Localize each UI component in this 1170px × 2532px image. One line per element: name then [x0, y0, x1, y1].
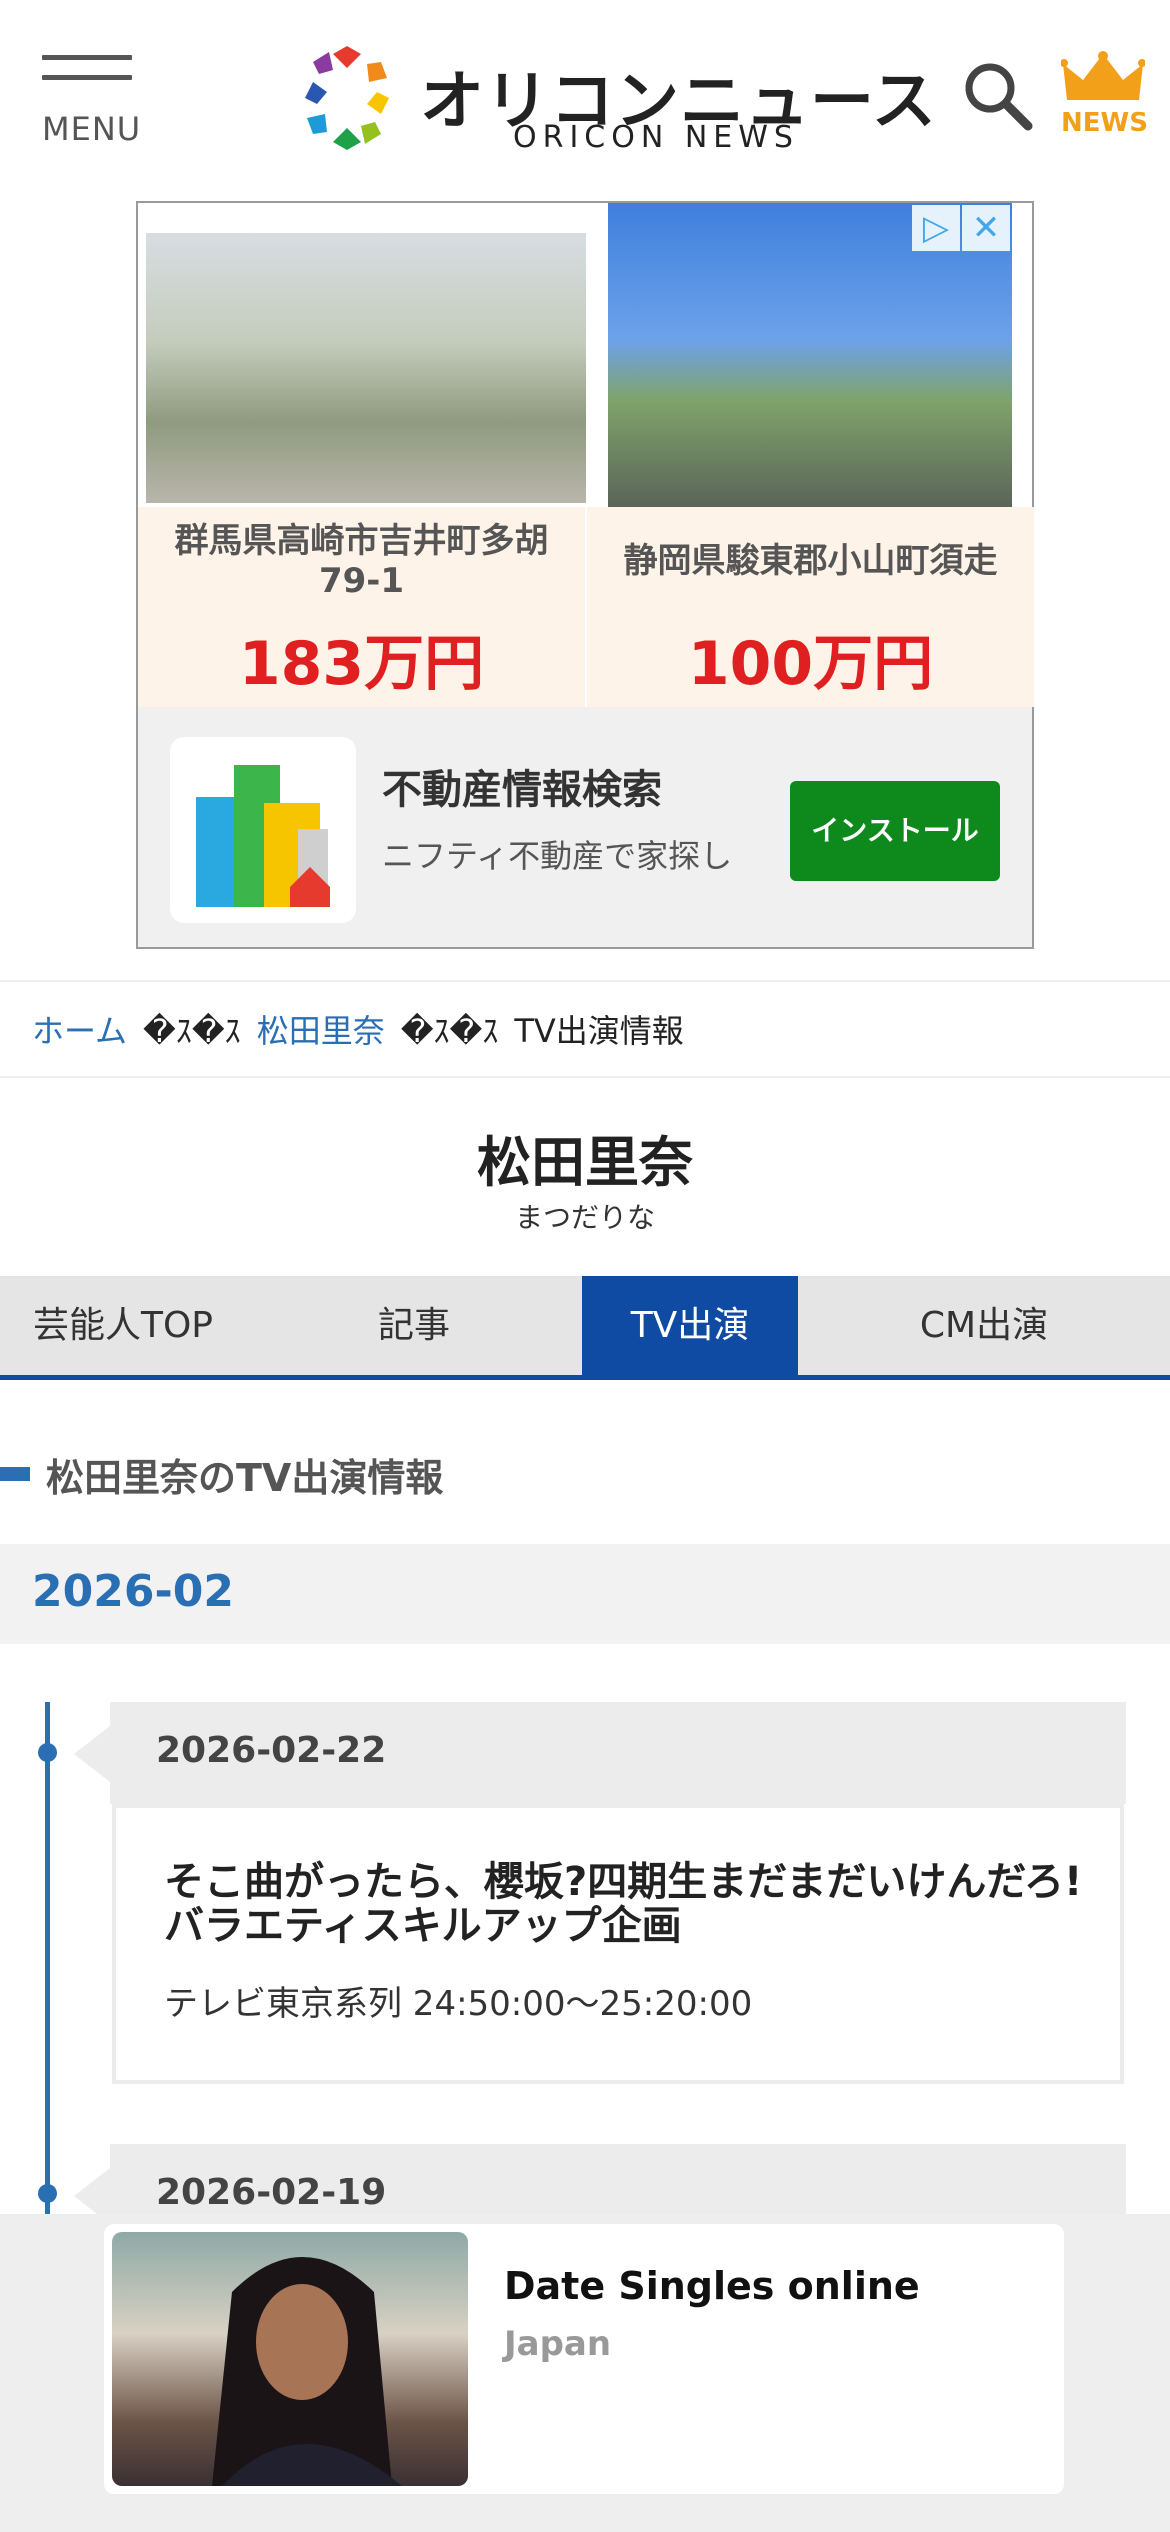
- section-heading: 松田里奈のTV出演情報: [0, 1448, 443, 1500]
- ad-mountain-photo[interactable]: ▷ ✕: [608, 203, 1012, 507]
- site-header: MENU オリコンニュース ORICON NEWS NEWS: [0, 0, 1170, 190]
- ad-listing-location: 群馬県高崎市吉井町多胡: [174, 521, 549, 561]
- breadcrumb-person[interactable]: 松田里奈: [257, 1006, 385, 1052]
- entry-date: 2026-02-22: [156, 1730, 387, 1771]
- program-title[interactable]: そこ曲がったら、櫻坂?四期生まだまだいけんだろ!バラエティスキルアップ企画: [164, 1860, 1084, 1948]
- hamburger-icon: [42, 55, 138, 80]
- ad-close-icon[interactable]: ✕: [962, 205, 1010, 251]
- tab-cm[interactable]: CM出演: [798, 1276, 1170, 1375]
- breadcrumb-current: TV出演情報: [514, 1012, 684, 1050]
- tab-top[interactable]: 芸能人TOP: [0, 1276, 246, 1375]
- page-title-kana: まつだりな: [514, 1201, 655, 1234]
- ad-listing-1[interactable]: 群馬県高崎市吉井町多胡 79-1 183万円: [138, 507, 585, 707]
- entry-date: 2026-02-19: [156, 2172, 387, 2213]
- profile-tabs: 芸能人TOP 記事 TV出演 CM出演: [0, 1276, 1170, 1380]
- timeline-dot: [38, 2184, 57, 2203]
- month-header: 2026-02: [0, 1544, 1170, 1644]
- breadcrumb: ホーム �ｽ�ｽ 松田里奈 �ｽ�ｽ TV出演情報: [0, 980, 1170, 1078]
- ad-choices-icon[interactable]: ▷: [912, 205, 960, 251]
- ad-listing-location: 静岡県駿東郡小山町須走: [623, 541, 998, 581]
- timeline-line: [45, 1702, 50, 2222]
- ad-subtitle: Japan: [504, 2324, 612, 2364]
- section-title: 松田里奈のTV出演情報: [46, 1455, 444, 1500]
- timeline-dot: [38, 1743, 57, 1762]
- menu-label: MENU: [42, 110, 142, 148]
- ad-install-button[interactable]: インストール: [790, 781, 1000, 881]
- oricon-news-logo[interactable]: オリコンニュース ORICON NEWS: [295, 42, 936, 157]
- search-button[interactable]: [962, 60, 1034, 132]
- menu-button[interactable]: MENU: [42, 55, 142, 148]
- ad-person-photo[interactable]: [112, 2232, 468, 2486]
- tab-articles[interactable]: 記事: [246, 1276, 582, 1375]
- ad-app-title: 不動産情報検索: [382, 767, 662, 813]
- app-building-icon: [170, 737, 356, 923]
- crown-icon: [1061, 51, 1145, 100]
- program-channel-time: テレビ東京系列 24:50:00～25:20:00: [164, 1984, 753, 2024]
- real-estate-ad[interactable]: ▷ ✕ 群馬県高崎市吉井町多胡 79-1 183万円 静岡県駿東郡小山町須走 1…: [136, 201, 1034, 949]
- ad-listing-location-line2: 79-1: [318, 561, 405, 601]
- ad-listing-price: 100万円: [687, 629, 934, 699]
- breadcrumb-separator: �ｽ�ｽ: [400, 1012, 499, 1050]
- dating-ad[interactable]: Date Singles online Japan: [104, 2224, 1064, 2494]
- ad-listing-price: 183万円: [238, 629, 485, 699]
- search-icon: [965, 63, 1033, 131]
- entry-date-header: 2026-02-22: [74, 1702, 1126, 1804]
- ad-app-description: ニフティ不動産で家探し: [382, 837, 733, 875]
- tv-program-card[interactable]: そこ曲がったら、櫻坂?四期生まだまだいけんだろ!バラエティスキルアップ企画 テレ…: [112, 1804, 1124, 2084]
- oricon-flower-icon: [305, 46, 389, 150]
- ad-listing-2[interactable]: 静岡県駿東郡小山町須走 100万円: [587, 507, 1034, 707]
- ad-choices[interactable]: ▷ ✕: [912, 205, 1010, 251]
- breadcrumb-home[interactable]: ホーム: [32, 1006, 127, 1052]
- ad-house-photo[interactable]: [146, 233, 586, 503]
- month-label: 2026-02: [32, 1566, 234, 1617]
- tab-tv[interactable]: TV出演: [582, 1276, 798, 1375]
- ad-app-promo[interactable]: 不動産情報検索 ニフティ不動産で家探し インストール: [138, 707, 1032, 947]
- breadcrumb-separator: �ｽ�ｽ: [143, 1012, 241, 1050]
- section-marker: [0, 1467, 30, 1481]
- ad-title: Date Singles online: [504, 2264, 920, 2308]
- news-ranking-button[interactable]: NEWS: [1058, 50, 1148, 140]
- page-title: 松田里奈: [477, 1131, 693, 1194]
- logo-text-en: ORICON NEWS: [513, 120, 799, 155]
- news-label: NEWS: [1061, 108, 1148, 138]
